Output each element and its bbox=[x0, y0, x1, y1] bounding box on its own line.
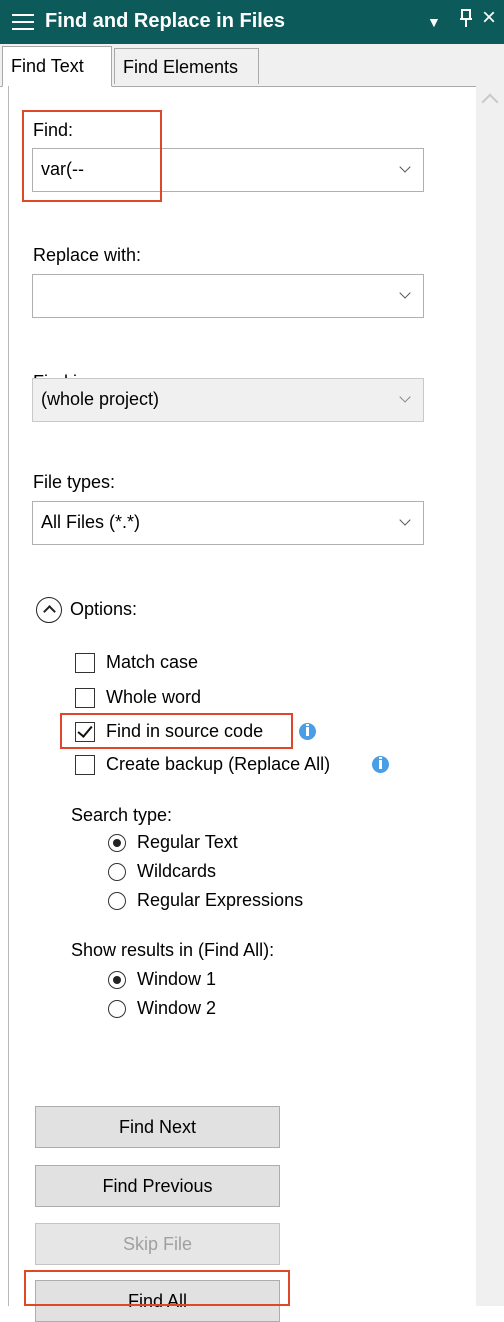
create-backup-label[interactable]: Create backup (Replace All) bbox=[106, 754, 330, 775]
find-in-value: (whole project) bbox=[41, 389, 160, 409]
find-previous-button[interactable]: Find Previous bbox=[35, 1165, 280, 1207]
regular-expressions-label[interactable]: Regular Expressions bbox=[137, 890, 303, 911]
match-case-label[interactable]: Match case bbox=[106, 652, 198, 673]
wildcards-radio[interactable] bbox=[108, 863, 126, 881]
tab-strip: Find Elements Find Text bbox=[0, 44, 504, 87]
tab-find-elements[interactable]: Find Elements bbox=[114, 48, 259, 84]
chevron-down-icon[interactable] bbox=[399, 161, 411, 173]
chevron-down-icon[interactable] bbox=[399, 287, 411, 299]
create-backup-checkbox[interactable] bbox=[75, 755, 95, 775]
panel-title: Find and Replace in Files bbox=[45, 10, 286, 32]
file-types-label: File types: bbox=[33, 472, 116, 492]
scroll-up-icon[interactable] bbox=[481, 93, 499, 111]
panel-left-border bbox=[8, 86, 9, 1306]
info-icon[interactable] bbox=[372, 756, 389, 773]
close-icon[interactable]: × bbox=[482, 6, 496, 30]
pin-icon[interactable] bbox=[459, 8, 473, 34]
regular-text-radio[interactable] bbox=[108, 834, 126, 852]
find-next-button[interactable]: Find Next bbox=[35, 1106, 280, 1148]
tab-find-text[interactable]: Find Text bbox=[2, 46, 112, 87]
vertical-scrollbar[interactable] bbox=[476, 86, 504, 1306]
find-highlight-box bbox=[22, 110, 162, 202]
find-in-combobox[interactable]: (whole project) bbox=[32, 378, 424, 422]
find-all-highlight-box bbox=[24, 1270, 290, 1306]
regular-text-label[interactable]: Regular Text bbox=[137, 832, 238, 853]
window-2-radio[interactable] bbox=[108, 1000, 126, 1018]
collapse-options-icon[interactable] bbox=[36, 597, 62, 623]
info-icon[interactable] bbox=[299, 723, 316, 740]
skip-file-button[interactable]: Skip File bbox=[35, 1223, 280, 1265]
options-label: Options: bbox=[70, 599, 138, 619]
window-1-radio[interactable] bbox=[108, 971, 126, 989]
chevron-down-icon[interactable] bbox=[399, 514, 411, 526]
whole-word-label[interactable]: Whole word bbox=[106, 687, 201, 708]
whole-word-checkbox[interactable] bbox=[75, 688, 95, 708]
replace-label: Replace with: bbox=[33, 245, 142, 265]
file-types-combobox[interactable]: All Files (*.*) bbox=[32, 501, 424, 545]
pin-glyph-icon bbox=[460, 9, 472, 27]
panel-title-bar: Find and Replace in Files ▼ × bbox=[0, 0, 504, 44]
hamburger-menu-icon[interactable] bbox=[12, 12, 34, 32]
search-type-label: Search type: bbox=[71, 805, 173, 825]
file-types-value: All Files (*.*) bbox=[41, 512, 141, 532]
regular-expressions-radio[interactable] bbox=[108, 892, 126, 910]
window-2-label[interactable]: Window 2 bbox=[137, 998, 216, 1019]
find-in-source-highlight-box bbox=[60, 713, 293, 749]
window-1-label[interactable]: Window 1 bbox=[137, 969, 216, 990]
dropdown-arrow-icon[interactable]: ▼ bbox=[427, 10, 441, 34]
replace-combobox[interactable] bbox=[32, 274, 424, 318]
match-case-checkbox[interactable] bbox=[75, 653, 95, 673]
show-results-label: Show results in (Find All): bbox=[71, 940, 275, 960]
wildcards-label[interactable]: Wildcards bbox=[137, 861, 216, 882]
chevron-down-icon[interactable] bbox=[399, 391, 411, 403]
